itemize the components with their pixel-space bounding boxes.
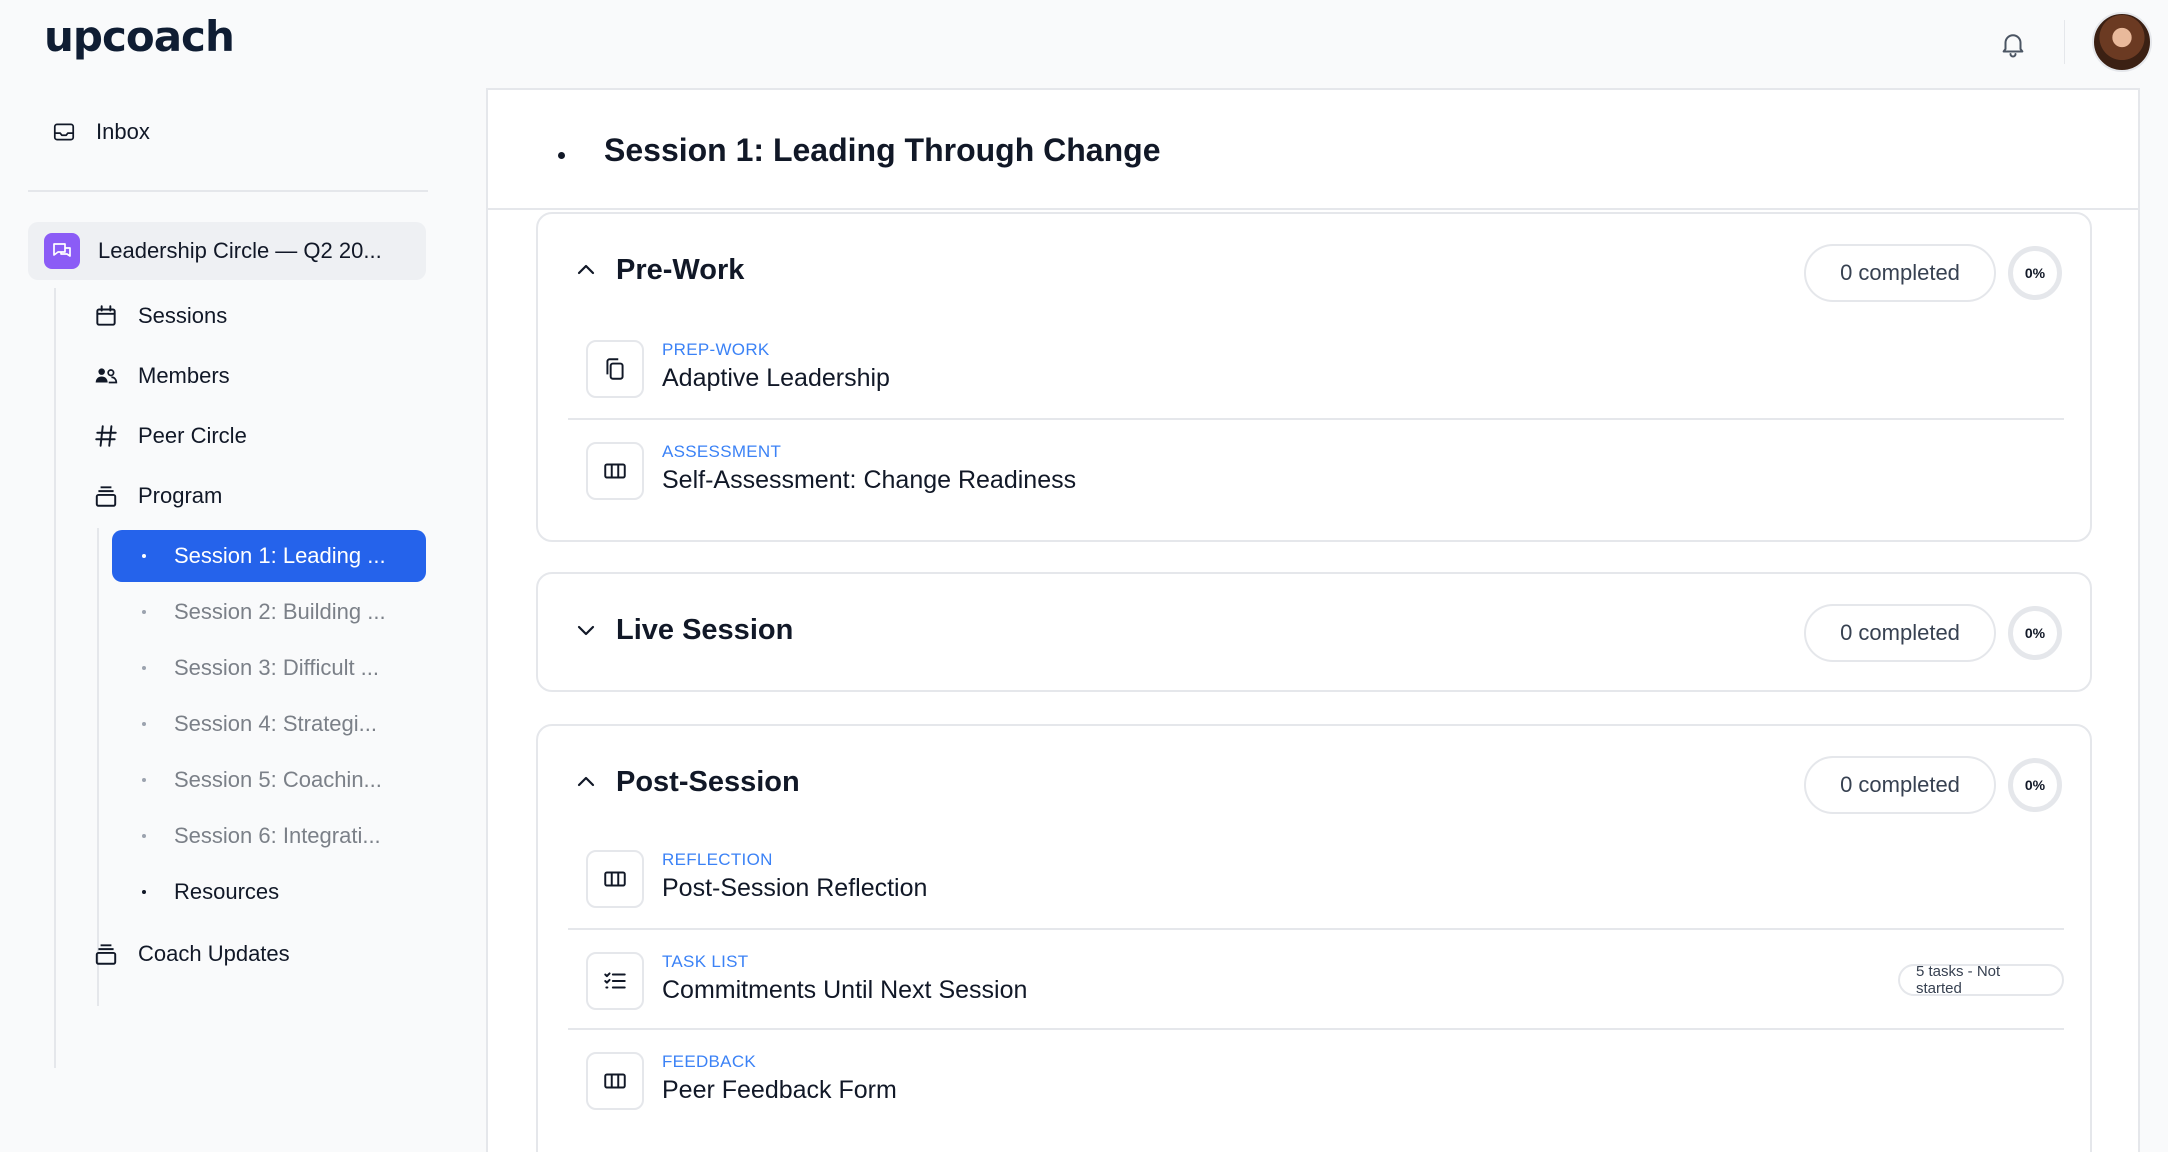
section-header[interactable]: Pre-Work 0 completed 0% <box>538 214 2090 328</box>
app-logo[interactable]: upcoach <box>44 12 235 61</box>
section-post-session: Post-Session 0 completed 0% REFLECTION P… <box>536 724 2092 1152</box>
progress-ring: 0% <box>2008 606 2062 660</box>
bullet-icon <box>142 778 146 782</box>
top-bar: upcoach <box>0 0 2168 88</box>
sidebar-item-coach-updates[interactable]: Coach Updates <box>92 928 290 980</box>
list-item[interactable]: ASSESSMENT Self-Assessment: Change Readi… <box>568 418 2064 516</box>
status-badge: 5 tasks - Not started <box>1898 963 2064 997</box>
chevron-down-icon[interactable] <box>574 618 598 642</box>
item-type: ASSESSMENT <box>662 442 782 461</box>
program-item-session-1[interactable]: Session 1: Leading ... <box>112 530 426 582</box>
section-header[interactable]: Post-Session 0 completed 0% <box>538 726 2090 840</box>
sidebar-item-label: Members <box>138 363 230 388</box>
sidebar-item-label: Coach Updates <box>138 941 290 966</box>
bullet-icon <box>142 834 146 838</box>
progress-ring: 0% <box>2008 246 2062 300</box>
chevron-up-icon[interactable] <box>574 770 598 794</box>
program-item-resources[interactable]: Resources <box>112 866 426 918</box>
course-name: Leadership Circle — Q2 20... <box>98 238 382 263</box>
checklist-icon <box>586 952 644 1010</box>
program-item-label: Session 2: Building ... <box>174 599 386 624</box>
list-item[interactable]: REFLECTION Post-Session Reflection <box>568 828 2064 926</box>
copy-icon <box>586 340 644 398</box>
sidebar-item-label: Program <box>138 483 223 508</box>
sidebar-item-program[interactable]: Program <box>92 470 222 522</box>
item-name: Self-Assessment: Change Readiness <box>662 466 1077 494</box>
program-item-label: Session 3: Difficult ... <box>174 655 380 680</box>
item-type: REFLECTION <box>662 850 773 869</box>
page-title: Session 1: Leading Through Change <box>604 132 1161 168</box>
program-item-session-4[interactable]: Session 4: Strategi... <box>112 698 426 750</box>
hash-icon <box>92 422 120 450</box>
item-type: FEEDBACK <box>662 1052 757 1071</box>
bullet-icon <box>142 610 146 614</box>
section-pre-work: Pre-Work 0 completed 0% PREP-WORK Adapti… <box>536 212 2092 542</box>
chevron-up-icon[interactable] <box>574 258 598 282</box>
program-item-session-5[interactable]: Session 5: Coachin... <box>112 754 426 806</box>
main-panel: Session 1: Leading Through Change Pre-Wo… <box>486 88 2140 1152</box>
program-item-label: Session 6: Integrati... <box>174 823 381 848</box>
sidebar-item-label: Peer Circle <box>138 423 247 448</box>
bell-icon[interactable] <box>1998 28 2028 60</box>
bullet-icon <box>142 890 146 894</box>
sidebar-item-sessions[interactable]: Sessions <box>92 290 227 342</box>
sidebar-item-members[interactable]: Members <box>92 350 230 402</box>
sidebar-divider <box>28 190 428 192</box>
section-title: Post-Session <box>616 766 800 798</box>
progress-ring: 0% <box>2008 758 2062 812</box>
sidebar-item-label: Inbox <box>96 119 150 144</box>
sidebar-item-inbox[interactable]: Inbox <box>50 106 150 158</box>
chat-bubbles-icon <box>44 233 80 269</box>
list-item[interactable]: PREP-WORK Adaptive Leadership <box>568 318 2064 416</box>
sidebar-item-peer-circle[interactable]: Peer Circle <box>92 410 247 462</box>
completed-count: 0 completed <box>1804 756 1996 814</box>
program-item-session-3[interactable]: Session 3: Difficult ... <box>112 642 426 694</box>
inbox-icon <box>50 118 78 146</box>
bullet-icon <box>142 666 146 670</box>
section-title: Pre-Work <box>616 254 745 286</box>
header-divider <box>2064 20 2065 64</box>
item-name: Commitments Until Next Session <box>662 976 1028 1004</box>
program-item-session-2[interactable]: Session 2: Building ... <box>112 586 426 638</box>
program-item-label: Resources <box>174 879 280 904</box>
calendar-icon <box>92 302 120 330</box>
columns-icon <box>586 442 644 500</box>
program-item-label: Session 5: Coachin... <box>174 767 382 792</box>
sidebar: Inbox Leadership Circle — Q2 20... Sessi… <box>0 88 486 1152</box>
avatar[interactable] <box>2092 12 2152 72</box>
list-item[interactable]: TASK LIST Commitments Until Next Session… <box>568 928 2064 1026</box>
program-item-label: Session 1: Leading ... <box>174 543 386 568</box>
session-header: Session 1: Leading Through Change <box>488 90 2138 210</box>
completed-count: 0 completed <box>1804 244 1996 302</box>
bullet-icon <box>142 554 146 558</box>
columns-icon <box>586 1052 644 1110</box>
course-selector[interactable]: Leadership Circle — Q2 20... <box>28 222 426 280</box>
sidebar-item-label: Sessions <box>138 303 228 328</box>
item-name: Peer Feedback Form <box>662 1076 897 1104</box>
item-type: PREP-WORK <box>662 340 770 359</box>
completed-count: 0 completed <box>1804 604 1996 662</box>
program-item-session-6[interactable]: Session 6: Integrati... <box>112 810 426 862</box>
section-live-session: Live Session 0 completed 0% <box>536 572 2092 692</box>
columns-icon <box>586 850 644 908</box>
item-name: Post-Session Reflection <box>662 874 928 902</box>
section-title: Live Session <box>616 614 794 646</box>
section-header[interactable]: Live Session 0 completed 0% <box>538 574 2090 688</box>
item-type: TASK LIST <box>662 952 749 971</box>
bullet-icon <box>558 152 565 159</box>
program-item-label: Session 4: Strategi... <box>174 711 377 736</box>
stack-icon <box>92 482 120 510</box>
item-name: Adaptive Leadership <box>662 364 890 392</box>
bullet-icon <box>142 722 146 726</box>
stack-icon <box>92 940 120 968</box>
list-item[interactable]: FEEDBACK Peer Feedback Form <box>568 1028 2064 1126</box>
users-icon <box>92 362 120 390</box>
tree-line <box>54 288 56 1068</box>
